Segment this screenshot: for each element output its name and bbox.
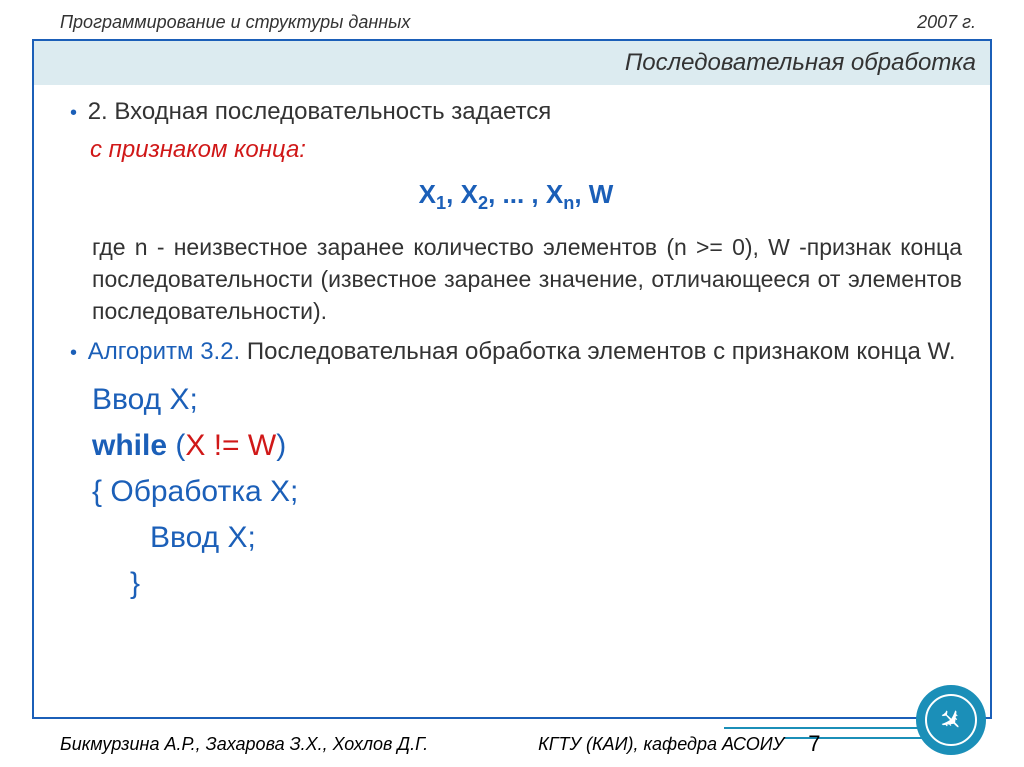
algorithm-line: • Алгоритм 3.2. Последовательная обработ…	[70, 335, 962, 369]
point-2-line: • 2. Входная последовательность задается	[70, 95, 962, 129]
point-number: 2.	[88, 98, 115, 125]
end-marker-line: с признаком конца:	[70, 133, 962, 167]
code-while: while (X != W)	[92, 425, 962, 467]
page-number: 7	[808, 731, 820, 757]
header-year: 2007 г.	[917, 12, 976, 33]
while-paren-close: )	[276, 429, 286, 462]
header-course: Программирование и структуры данных	[60, 12, 410, 33]
slide-content: • 2. Входная последовательность задается…	[34, 85, 990, 619]
code-brace-open-line: { Обработка X;	[92, 471, 962, 513]
seq-xn: X	[546, 179, 563, 209]
seq-w: , W	[574, 179, 613, 209]
footer: Бикмурзина А.Р., Захарова З.Х., Хохлов Д…	[0, 731, 1024, 757]
while-condition: X != W	[185, 429, 276, 462]
point-text: Входная последовательность задается	[114, 98, 551, 125]
code-block: Ввод X; while (X != W) { Обработка X; Вв…	[70, 379, 962, 605]
code-brace-close: }	[92, 563, 962, 605]
seq-subn: n	[563, 193, 574, 213]
footer-affiliation: КГТУ (КАИ), кафедра АСОИУ	[538, 734, 784, 755]
footer-authors: Бикмурзина А.Р., Захарова З.Х., Хохлов Д…	[60, 734, 428, 755]
slide-frame: Последовательная обработка • 2. Входная …	[32, 39, 992, 719]
explanation-text: где n - неизвестное заранее количество э…	[70, 231, 962, 328]
code-process: Обработка X;	[110, 475, 298, 508]
seq-dots: , ... ,	[488, 179, 546, 209]
end-marker-label: с признаком конца:	[90, 136, 306, 163]
algorithm-label: Алгоритм 3.2.	[88, 338, 247, 365]
bullet-icon-2: •	[70, 342, 81, 364]
seq-x2: X	[461, 179, 478, 209]
algorithm-text: Последовательная обработка элементов с п…	[247, 338, 956, 365]
code-input2: Ввод X;	[92, 517, 962, 559]
sequence-expression: X1, X2, ... , Xn, W	[70, 176, 962, 217]
bullet-icon: •	[70, 102, 81, 124]
code-input1: Ввод X;	[92, 379, 962, 421]
seq-x1: X	[419, 179, 436, 209]
logo-swoosh-1	[724, 727, 934, 729]
seq-sub2: 2	[478, 193, 488, 213]
slide-title: Последовательная обработка	[34, 41, 990, 85]
while-keyword: while	[92, 429, 167, 462]
seq-sub1: 1	[436, 193, 446, 213]
while-paren-open: (	[167, 429, 185, 462]
brace-open: {	[92, 475, 110, 508]
